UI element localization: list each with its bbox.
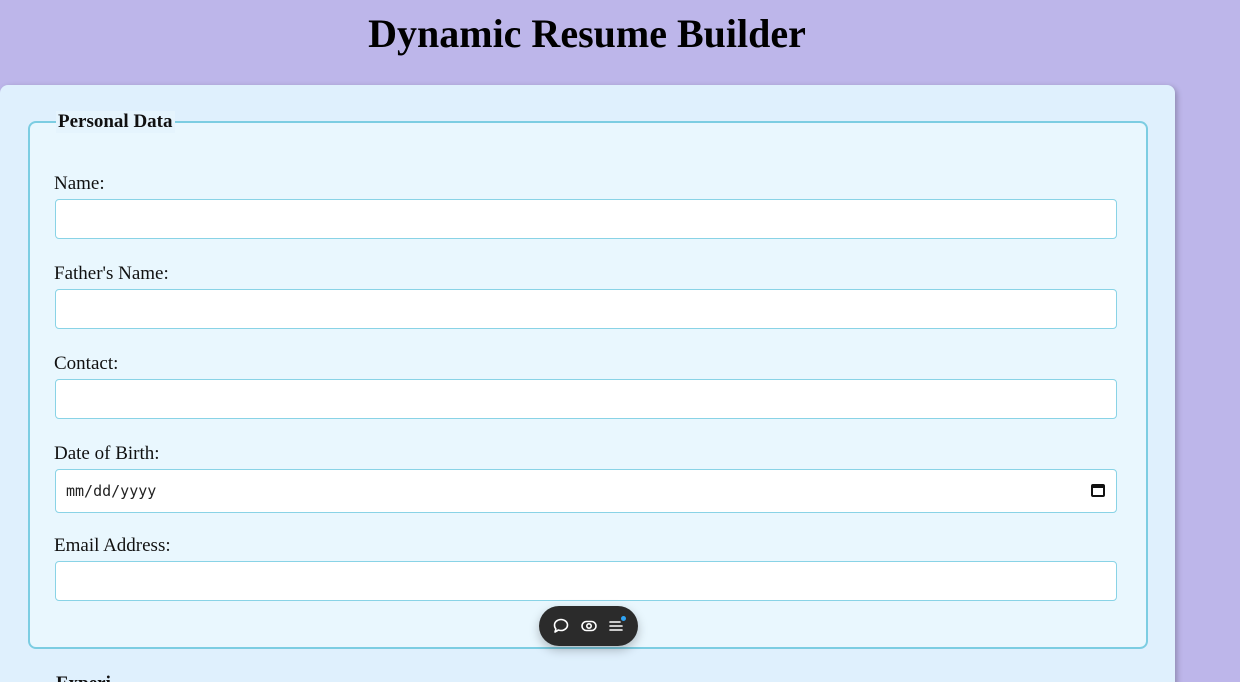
calendar-icon[interactable] bbox=[1091, 484, 1105, 497]
email-address-label: Email Address: bbox=[54, 535, 171, 556]
contact-label: Contact: bbox=[54, 353, 119, 374]
notification-dot bbox=[621, 616, 627, 621]
date-of-birth-input[interactable]: mm/dd/yyyy bbox=[55, 469, 1117, 513]
eye-toggle-icon[interactable] bbox=[577, 614, 601, 638]
menu-list-icon[interactable] bbox=[604, 614, 628, 638]
date-of-birth-label: Date of Birth: bbox=[54, 443, 160, 464]
experience-legend: Experi bbox=[56, 673, 111, 682]
page-title: Dynamic Resume Builder bbox=[368, 11, 806, 56]
personal-data-legend: Personal Data bbox=[56, 111, 175, 133]
fathers-name-label: Father's Name: bbox=[54, 263, 169, 284]
contact-input[interactable] bbox=[55, 379, 1117, 419]
resume-form-card: Personal Data Name: Father's Name: Conta… bbox=[0, 85, 1175, 682]
chat-bubble-icon[interactable] bbox=[549, 614, 573, 638]
name-label: Name: bbox=[54, 173, 105, 194]
name-input[interactable] bbox=[55, 199, 1117, 239]
email-address-input[interactable] bbox=[55, 561, 1117, 601]
personal-data-fieldset: Personal Data Name: Father's Name: Conta… bbox=[28, 111, 1148, 649]
floating-toolbar bbox=[539, 606, 638, 646]
page: Dynamic Resume Builder Personal Data Nam… bbox=[0, 0, 1240, 682]
fathers-name-input[interactable] bbox=[55, 289, 1117, 329]
date-placeholder: mm/dd/yyyy bbox=[66, 482, 157, 500]
